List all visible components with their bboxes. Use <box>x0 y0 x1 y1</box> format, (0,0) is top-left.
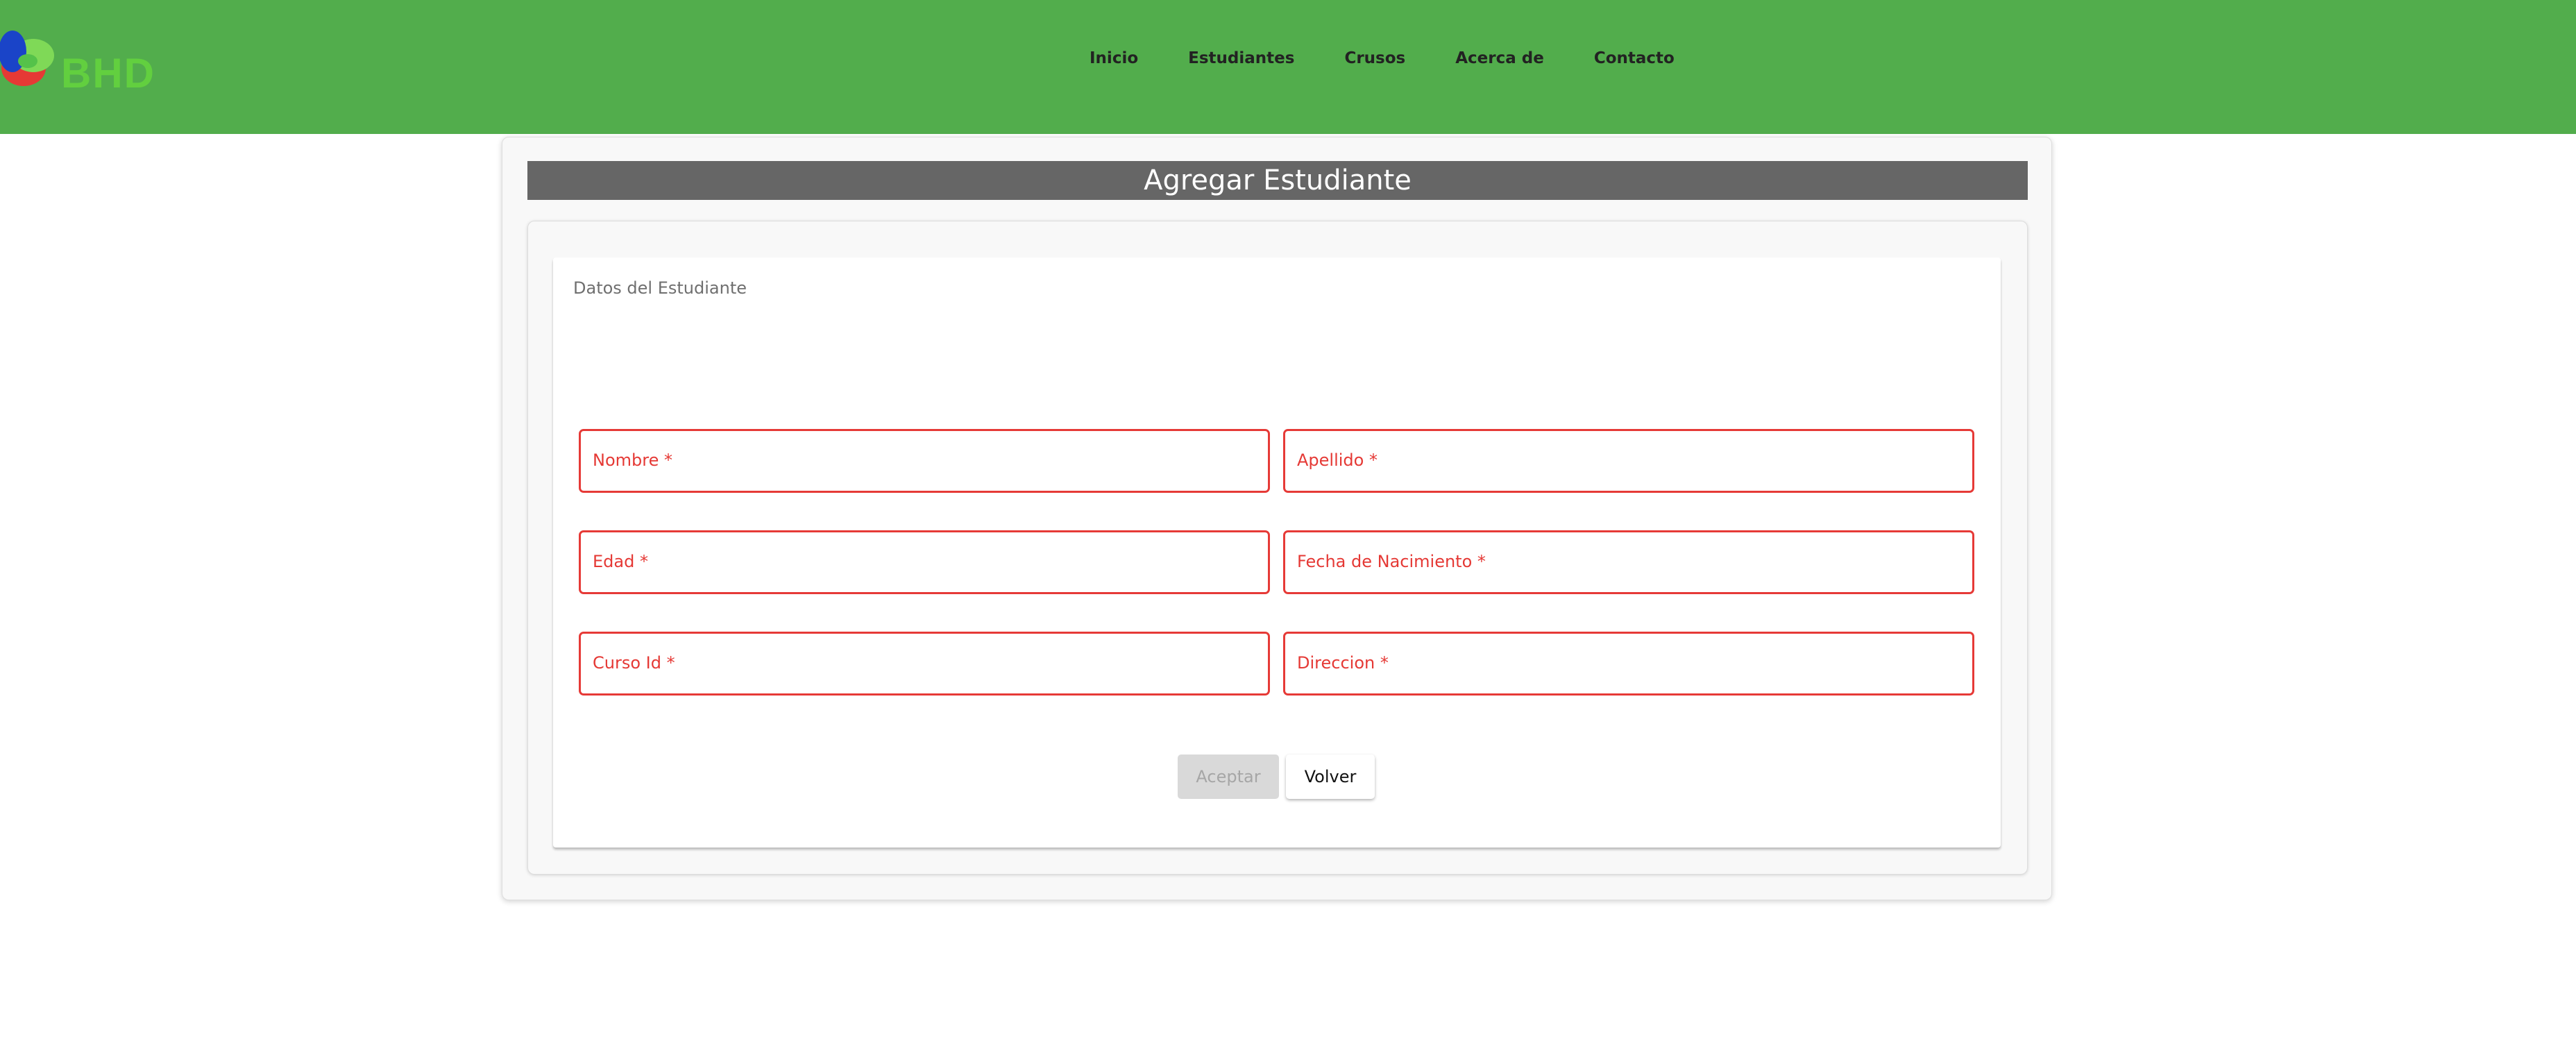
direccion-input[interactable] <box>1285 634 1972 693</box>
top-navbar: BHD Inicio Estudiantes Crusos Acerca de … <box>0 0 2576 134</box>
page-card: Agregar Estudiante Datos del Estudiante … <box>502 137 2052 900</box>
section-title: Datos del Estudiante <box>573 278 747 298</box>
curso-id-field[interactable]: Curso Id * <box>579 632 1270 696</box>
logo-icon <box>0 31 54 86</box>
nav-item-cursos[interactable]: Crusos <box>1344 46 1405 71</box>
nav-item-inicio[interactable]: Inicio <box>1090 46 1138 71</box>
nombre-field[interactable]: Nombre * <box>579 429 1270 493</box>
edad-field[interactable]: Edad * <box>579 530 1270 594</box>
nav-item-acerca-de[interactable]: Acerca de <box>1455 46 1544 71</box>
form-container: Datos del Estudiante Nombre * Apellido *… <box>527 221 2028 875</box>
fecha-nacimiento-input[interactable] <box>1285 532 1972 592</box>
fecha-nacimiento-field[interactable]: Fecha de Nacimiento * <box>1283 530 1974 594</box>
nav-item-contacto[interactable]: Contacto <box>1594 46 1675 71</box>
apellido-field[interactable]: Apellido * <box>1283 429 1974 493</box>
apellido-input[interactable] <box>1285 431 1972 491</box>
accept-button[interactable]: Aceptar <box>1178 755 1279 799</box>
direccion-field[interactable]: Direccion * <box>1283 632 1974 696</box>
main-nav: Inicio Estudiantes Crusos Acerca de Cont… <box>1090 46 1725 71</box>
nombre-input[interactable] <box>581 431 1268 491</box>
brand-name: BHD <box>61 50 155 96</box>
nav-item-estudiantes[interactable]: Estudiantes <box>1188 46 1294 71</box>
edad-input[interactable] <box>581 532 1268 592</box>
page-title: Agregar Estudiante <box>527 161 2028 200</box>
curso-id-input[interactable] <box>581 634 1268 693</box>
student-form: Datos del Estudiante Nombre * Apellido *… <box>553 258 2001 848</box>
brand-logo[interactable]: BHD <box>0 25 167 94</box>
back-button[interactable]: Volver <box>1286 755 1375 799</box>
